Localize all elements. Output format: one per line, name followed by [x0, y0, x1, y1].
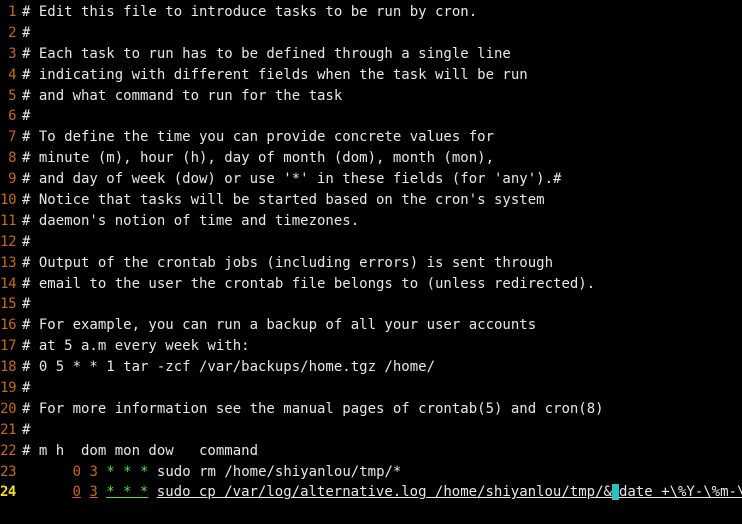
line-number: 9: [8, 171, 16, 188]
comment-line[interactable]: 1 # Edit this file to introduce tasks to …: [0, 2, 742, 23]
line-number: 18: [0, 359, 16, 376]
comment-line[interactable]: 11 # daemon's notion of time and timezone…: [0, 211, 742, 232]
comment-text: #: [22, 296, 31, 313]
comment-text: #: [22, 380, 31, 397]
comment-line[interactable]: 5 # and what command to run for the task: [0, 86, 742, 107]
comment-line[interactable]: 15 #: [0, 294, 742, 315]
comment-line[interactable]: 12 #: [0, 232, 742, 253]
comment-text: #: [22, 108, 31, 125]
comment-text: # at 5 a.m every week with:: [22, 338, 250, 355]
minute-field: 0: [72, 484, 81, 501]
line-number: 12: [0, 233, 16, 250]
comment-text: # Each task to run has to be defined thr…: [22, 45, 511, 62]
line-number: 16: [0, 317, 16, 334]
comment-line[interactable]: 7 # To define the time you can provide co…: [0, 127, 742, 148]
comment-text: # For more information see the manual pa…: [22, 400, 604, 417]
line-number: 2: [8, 24, 16, 41]
comment-text: # 0 5 * * 1 tar -zcf /var/backups/home.t…: [22, 359, 436, 376]
comment-line[interactable]: 21 #: [0, 420, 742, 441]
line-number: 17: [0, 338, 16, 355]
comment-line[interactable]: 20 # For more information see the manual …: [0, 399, 742, 420]
hour-field: 3: [89, 484, 98, 501]
command-field: sudo cp /var/log/alternative.log /home/s…: [156, 484, 612, 501]
comment-lines: 1 # Edit this file to introduce tasks to …: [0, 2, 742, 462]
comment-text: # and day of week (dow) or use '*' in th…: [22, 171, 562, 188]
line-number: 4: [8, 66, 16, 83]
comment-line[interactable]: 6 #: [0, 106, 742, 127]
command-field-date: date +\%Y-\%m-\%d: [618, 484, 742, 501]
comment-text: # and what command to run for the task: [22, 87, 343, 104]
crontab-editor[interactable]: 1 # Edit this file to introduce tasks to …: [0, 0, 742, 511]
comment-text: # email to the user the crontab file bel…: [22, 275, 596, 292]
line-number: 3: [8, 45, 16, 62]
matching-bracket-highlight: [611, 484, 619, 501]
line-number: 21: [0, 421, 16, 438]
line-number: 10: [0, 192, 16, 209]
comment-text: #: [22, 233, 31, 250]
comment-text: # Edit this file to introduce tasks to b…: [22, 4, 478, 20]
current-line-number: 24: [0, 484, 16, 501]
comment-line[interactable]: 4 # indicating with different fields when…: [0, 65, 742, 86]
comment-line[interactable]: 13 # Output of the crontab jobs (includin…: [0, 253, 742, 274]
line-number: 8: [8, 150, 16, 167]
comment-line[interactable]: 8 # minute (m), hour (h), day of month (d…: [0, 148, 742, 169]
line-number: 5: [8, 87, 16, 104]
line-number: 13: [0, 254, 16, 271]
line-number: 20: [0, 400, 16, 417]
line-number: 14: [0, 275, 16, 292]
comment-line[interactable]: 10 # Notice that tasks will be started ba…: [0, 190, 742, 211]
comment-line[interactable]: 16 # For example, you can run a backup of…: [0, 315, 742, 336]
comment-text: # daemon's notion of time and timezones.: [22, 212, 360, 229]
line-number: 19: [0, 380, 16, 397]
day-month-weekday-fields: * * *: [106, 484, 149, 501]
comment-text: #: [22, 421, 31, 438]
comment-text: # For example, you can run a backup of a…: [22, 317, 537, 334]
comment-line[interactable]: 19 #: [0, 378, 742, 399]
comment-line[interactable]: 17 # at 5 a.m every week with:: [0, 336, 742, 357]
comment-text: # To define the time you can provide con…: [22, 129, 495, 146]
comment-line[interactable]: 9 # and day of week (dow) or use '*' in t…: [0, 169, 742, 190]
line-number: 15: [0, 296, 16, 313]
comment-line[interactable]: 18 # 0 5 * * 1 tar -zcf /var/backups/home…: [0, 357, 742, 378]
job-line-24[interactable]: 24 0 3 * * * sudo cp /var/log/alternativ…: [0, 482, 742, 503]
comment-text: #: [22, 24, 31, 41]
comment-text: # Output of the crontab jobs (including …: [22, 254, 554, 271]
comment-line[interactable]: 14 # email to the user the crontab file b…: [0, 274, 742, 295]
line-number: 23: [0, 463, 16, 480]
comment-line[interactable]: 3 # Each task to run has to be defined th…: [0, 44, 742, 65]
comment-text: # minute (m), hour (h), day of month (do…: [22, 150, 495, 167]
line-number: 11: [0, 212, 16, 229]
comment-line[interactable]: 2 #: [0, 23, 742, 44]
comment-text: # indicating with different fields when …: [22, 66, 528, 83]
line-number: 22: [0, 442, 16, 459]
line-number: 7: [8, 129, 16, 146]
line-number: 6: [8, 108, 16, 125]
line-number: 1: [8, 4, 16, 20]
comment-text: # Notice that tasks will be started base…: [22, 192, 545, 209]
